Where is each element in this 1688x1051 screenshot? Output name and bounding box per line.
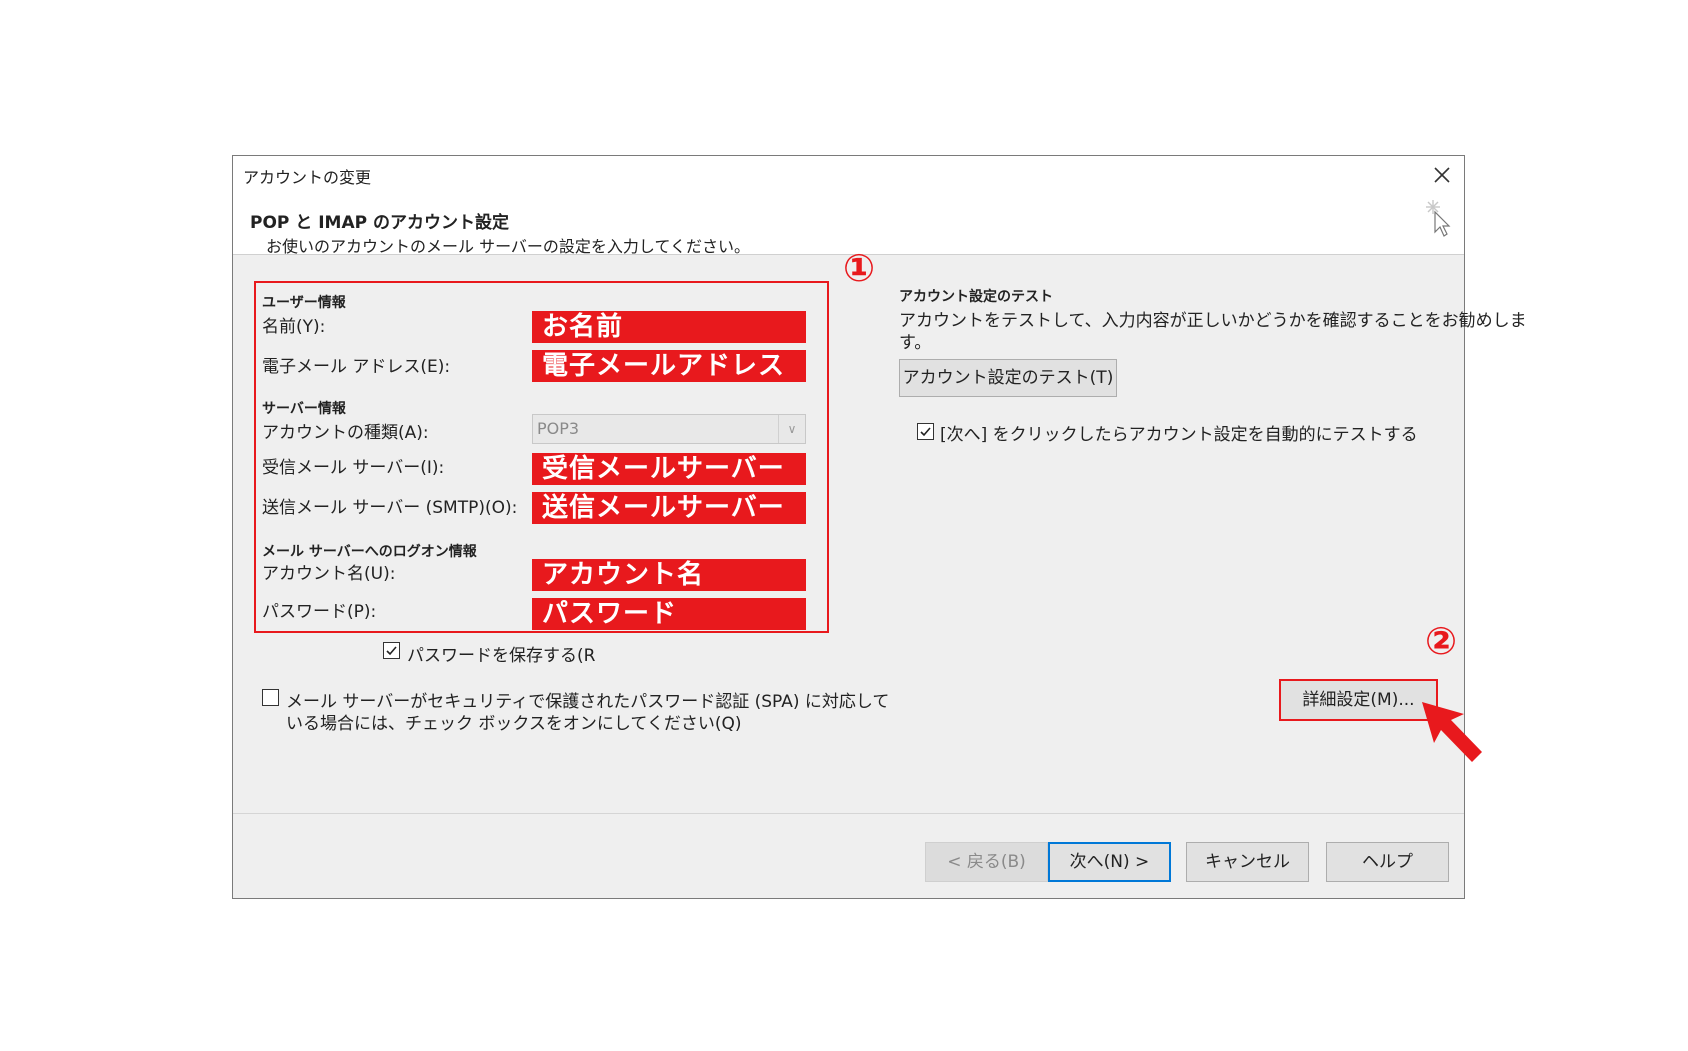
spa-checkbox[interactable]: [262, 689, 279, 706]
sparkle-cursor-icon: [1421, 198, 1455, 242]
name-field[interactable]: お名前: [532, 311, 806, 343]
account-name-label: アカウント名(U):: [262, 564, 396, 584]
spa-label-line2: いる場合には、チェック ボックスをオンにしてください(Q): [286, 714, 742, 734]
account-type-value: POP3: [537, 419, 580, 438]
close-button[interactable]: [1425, 160, 1459, 190]
email-label: 電子メール アドレス(E):: [262, 357, 451, 377]
cancel-button[interactable]: キャンセル: [1186, 842, 1309, 882]
header-title: POP と IMAP のアカウント設定: [250, 213, 509, 233]
incoming-server-field[interactable]: 受信メールサーバー: [532, 453, 806, 485]
footer-separator: [233, 813, 1464, 814]
auto-test-label: [次へ] をクリックしたらアカウント設定を自動的にテストする: [940, 425, 1418, 445]
header-subtitle: お使いのアカウントのメール サーバーの設定を入力してください。: [266, 237, 750, 256]
next-button[interactable]: 次へ(N) >: [1048, 842, 1171, 882]
outgoing-server-label: 送信メール サーバー (SMTP)(O):: [262, 498, 518, 518]
logon-info-section: メール サーバーへのログオン情報: [262, 544, 477, 560]
chevron-down-icon: ∨: [778, 415, 805, 443]
advanced-settings-button[interactable]: 詳細設定(M)...: [1279, 679, 1438, 721]
save-password-checkbox[interactable]: [383, 642, 400, 659]
user-info-section: ユーザー情報: [262, 295, 346, 311]
checkmark-icon: [920, 427, 931, 437]
test-description-line1: アカウントをテストして、入力内容が正しいかどうかを確認することをお勧めしま: [899, 311, 1527, 331]
annotation-marker-2: ②: [1425, 619, 1458, 663]
account-type-select[interactable]: POP3 ∨: [532, 414, 806, 444]
account-test-section: アカウント設定のテスト: [899, 289, 1053, 305]
test-account-settings-button[interactable]: アカウント設定のテスト(T): [899, 359, 1117, 397]
annotation-arrow-icon: [1422, 702, 1482, 762]
outgoing-server-field[interactable]: 送信メールサーバー: [532, 492, 806, 524]
annotation-marker-1: ①: [843, 246, 876, 290]
incoming-server-label: 受信メール サーバー(I):: [262, 458, 445, 478]
back-button[interactable]: < 戻る(B): [925, 842, 1048, 882]
account-type-label: アカウントの種類(A):: [262, 423, 429, 443]
close-icon: [1434, 167, 1450, 183]
password-label: パスワード(P):: [262, 602, 377, 622]
name-label: 名前(Y):: [262, 317, 326, 337]
test-description-line2: す。: [899, 333, 932, 353]
auto-test-checkbox[interactable]: [917, 423, 934, 440]
password-field[interactable]: パスワード: [532, 598, 806, 630]
server-info-section: サーバー情報: [262, 401, 346, 417]
email-field[interactable]: 電子メールアドレス: [532, 350, 806, 382]
account-name-field[interactable]: アカウント名: [532, 559, 806, 591]
checkmark-icon: [386, 646, 397, 656]
account-settings-dialog: アカウントの変更 POP と IMAP のアカウント設定 お使いのアカウントのメ…: [232, 155, 1527, 899]
window-title: アカウントの変更: [243, 168, 372, 187]
save-password-label: パスワードを保存する(R: [407, 646, 596, 666]
help-button[interactable]: ヘルプ: [1326, 842, 1449, 882]
